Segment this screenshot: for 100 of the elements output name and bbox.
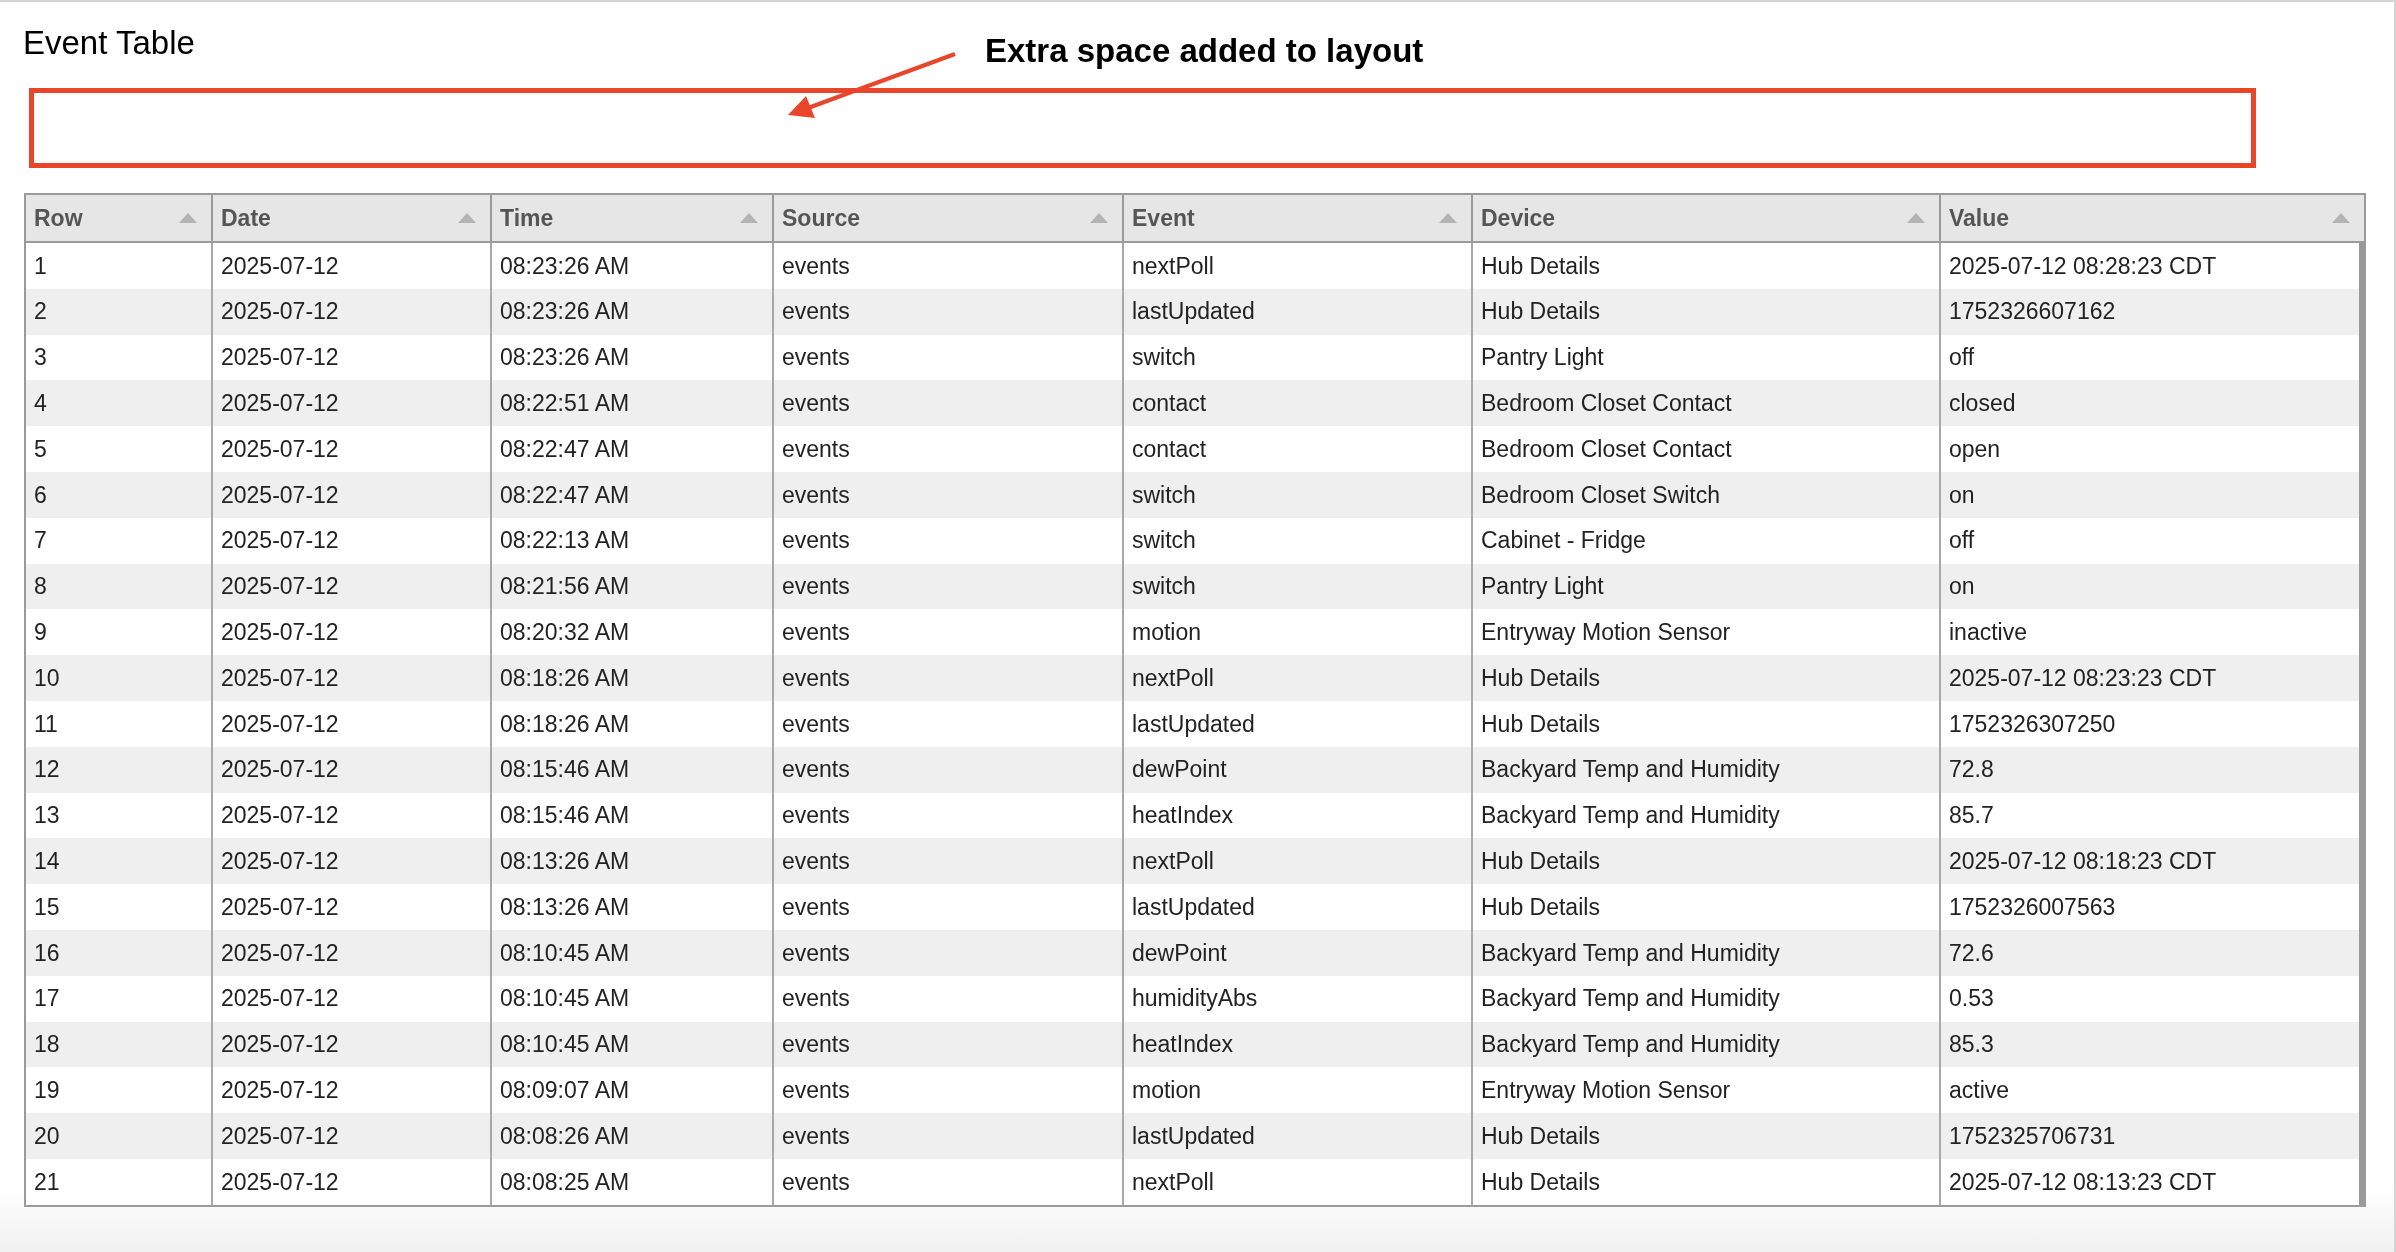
- table-cell-text: 9: [34, 618, 47, 647]
- table-cell-text: 1752325706731: [1949, 1121, 2116, 1151]
- sort-arrow-icon[interactable]: [1907, 213, 1925, 223]
- table-cell-text: events: [782, 1167, 850, 1197]
- table-cell-text: 08:22:13 AM: [500, 526, 630, 556]
- table-cell-text: 7: [34, 526, 47, 556]
- table-cell-text: dewPoint: [1132, 938, 1227, 968]
- table-cell-text: nextPoll: [1132, 1167, 1214, 1197]
- table-cell-text: motion: [1132, 618, 1202, 647]
- column-header[interactable]: Event: [1132, 200, 1195, 236]
- table-cell-text: events: [782, 984, 850, 1014]
- table-cell-text: 2025-07-12 08:13:23 CDT: [1949, 1167, 2217, 1197]
- table-cell-text: 21: [34, 1167, 60, 1197]
- sort-arrow-icon[interactable]: [179, 213, 197, 223]
- table-cell-text: events: [782, 938, 850, 968]
- column-header[interactable]: Value: [1949, 200, 2010, 236]
- table-cell-text: 08:18:26 AM: [500, 663, 630, 693]
- table-cell-text: 13: [34, 801, 60, 831]
- column-header[interactable]: Row: [34, 200, 83, 236]
- table-cell-text: Hub Details: [1481, 1121, 1600, 1151]
- table-cell-text: Backyard Temp and Humidity: [1481, 801, 1780, 831]
- column-header[interactable]: Time: [500, 200, 554, 236]
- table-cell-text: Pantry Light: [1481, 572, 1604, 602]
- table-cell-text: 3: [34, 343, 47, 373]
- table-cell-text: Hub Details: [1481, 847, 1600, 876]
- table-cell-text: switch: [1132, 480, 1196, 510]
- table-cell-text: 2025-07-12: [221, 618, 339, 647]
- table-cell-text: 2025-07-12: [221, 755, 339, 785]
- table-cell-text: 2025-07-12: [221, 938, 339, 968]
- table-cell-text: 20: [34, 1121, 60, 1151]
- table-cell-text: events: [782, 480, 850, 510]
- scrollbar[interactable]: [2359, 243, 2364, 1205]
- table-cell-text: 15: [34, 892, 60, 922]
- table-cell-text: events: [782, 1121, 850, 1151]
- table-cell-text: events: [782, 801, 850, 831]
- table-cell-text: Bedroom Closet Switch: [1481, 480, 1721, 510]
- table-cell-text: events: [782, 663, 850, 693]
- table-cell-text: lastUpdated: [1132, 1121, 1255, 1151]
- table-cell-text: Bedroom Closet Contact: [1481, 434, 1732, 464]
- table-cell-text: 85.7: [1949, 801, 1994, 831]
- table-cell-text: 2025-07-12: [221, 572, 339, 602]
- table-cell-text: 17: [34, 984, 60, 1014]
- sort-arrow-icon[interactable]: [1439, 213, 1457, 223]
- table-cell-text: Backyard Temp and Humidity: [1481, 984, 1780, 1014]
- table-cell-text: 14: [34, 847, 60, 876]
- table-cell-text: Cabinet - Fridge: [1481, 526, 1646, 556]
- column-header[interactable]: Source: [782, 200, 860, 236]
- table-cell-text: 2025-07-12: [221, 297, 339, 327]
- table-cell-text: 85.3: [1949, 1030, 1994, 1060]
- table-cell-text: 2025-07-12: [221, 251, 339, 281]
- table-cell-text: 2025-07-12: [221, 709, 339, 739]
- table-cell-text: 1: [34, 251, 47, 281]
- table-cell-text: 2025-07-12: [221, 389, 339, 419]
- table-cell-text: 4: [34, 389, 47, 419]
- table-cell-text: 1752326607162: [1949, 297, 2116, 327]
- table-cell-text: 18: [34, 1030, 60, 1060]
- table-cell-text: dewPoint: [1132, 755, 1227, 785]
- table-cell-text: 2025-07-12: [221, 663, 339, 693]
- table-cell-text: nextPoll: [1132, 251, 1214, 281]
- column-header[interactable]: Date: [221, 200, 271, 236]
- table-cell-text: 0.53: [1949, 984, 1994, 1014]
- table-cell-text: 2: [34, 297, 47, 327]
- table-cell-text: events: [782, 1030, 850, 1060]
- table-cell-text: heatIndex: [1132, 801, 1234, 831]
- table-cell-text: 2025-07-12 08:28:23 CDT: [1949, 251, 2217, 281]
- table-cell-text: 08:22:47 AM: [500, 434, 630, 464]
- table-cell-text: events: [782, 1076, 850, 1105]
- sort-arrow-icon[interactable]: [2332, 213, 2350, 223]
- table-cell-text: 2025-07-12: [221, 1030, 339, 1060]
- table-cell-text: 1752326307250: [1949, 709, 2116, 739]
- table-cell-text: 12: [34, 755, 60, 785]
- table-cell-text: events: [782, 251, 850, 281]
- table-cell-text: heatIndex: [1132, 1030, 1234, 1060]
- table-cell-text: closed: [1949, 389, 2016, 419]
- table-cell-text: 08:23:26 AM: [500, 343, 630, 373]
- annotation-text: Extra space added to layout: [985, 34, 1424, 67]
- table-cell-text: 08:22:47 AM: [500, 480, 630, 510]
- table-cell-text: 08:15:46 AM: [500, 801, 630, 831]
- table-cell-text: Hub Details: [1481, 1167, 1600, 1197]
- table-cell-text: 2025-07-12: [221, 801, 339, 831]
- table-cell-text: Hub Details: [1481, 892, 1600, 922]
- sort-arrow-icon[interactable]: [740, 213, 758, 223]
- table-cell-text: events: [782, 526, 850, 556]
- column-header[interactable]: Device: [1481, 200, 1556, 236]
- sort-arrow-icon[interactable]: [1090, 213, 1108, 223]
- table-cell-text: 2025-07-12: [221, 892, 339, 922]
- table-cell-text: Backyard Temp and Humidity: [1481, 1030, 1780, 1060]
- table-cell-text: 08:23:26 AM: [500, 297, 630, 327]
- table-cell-text: 08:22:51 AM: [500, 389, 630, 419]
- table-cell-text: 2025-07-12: [221, 984, 339, 1014]
- table-cell-text: 08:13:26 AM: [500, 847, 630, 876]
- sort-arrow-icon[interactable]: [458, 213, 476, 223]
- table-cell-text: 08:15:46 AM: [500, 755, 630, 785]
- table-cell-text: events: [782, 343, 850, 373]
- table-cell-text: 16: [34, 938, 60, 968]
- table-cell-text: off: [1949, 343, 1975, 373]
- table-cell-text: 19: [34, 1076, 60, 1105]
- table-cell-text: contact: [1132, 389, 1207, 419]
- table-cell-text: motion: [1132, 1076, 1202, 1105]
- table-cell-text: active: [1949, 1076, 2010, 1105]
